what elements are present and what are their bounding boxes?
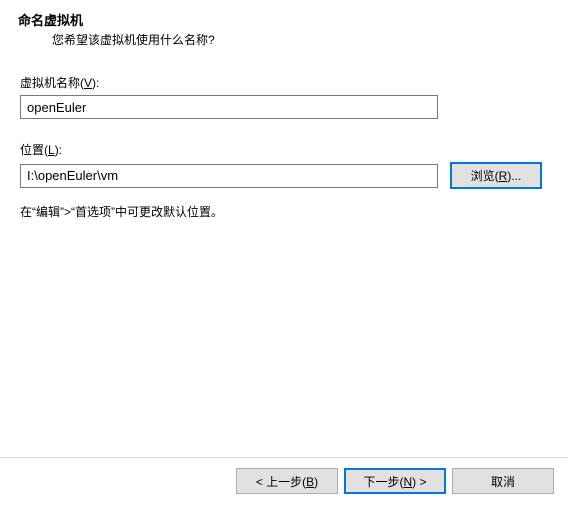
vm-name-input[interactable]: [20, 95, 438, 119]
location-hint: 在“编辑”>“首选项”中可更改默认位置。: [20, 203, 548, 220]
wizard-title: 命名虚拟机: [18, 10, 550, 29]
vm-name-label: 虚拟机名称(V):: [20, 74, 548, 91]
wizard-content: 虚拟机名称(V): 位置(L): 浏览(R)... 在“编辑”>“首选项”中可更…: [0, 56, 568, 220]
wizard-footer: < 上一步(B) 下一步(N) > 取消: [0, 457, 568, 506]
wizard-subtitle: 您希望该虚拟机使用什么名称?: [52, 31, 550, 48]
wizard-header: 命名虚拟机 您希望该虚拟机使用什么名称?: [0, 0, 568, 56]
browse-button[interactable]: 浏览(R)...: [450, 162, 542, 189]
cancel-button[interactable]: 取消: [452, 468, 554, 494]
next-button[interactable]: 下一步(N) >: [344, 468, 446, 494]
vm-location-label: 位置(L):: [20, 141, 548, 158]
back-button[interactable]: < 上一步(B): [236, 468, 338, 494]
vm-location-input[interactable]: [20, 164, 438, 188]
